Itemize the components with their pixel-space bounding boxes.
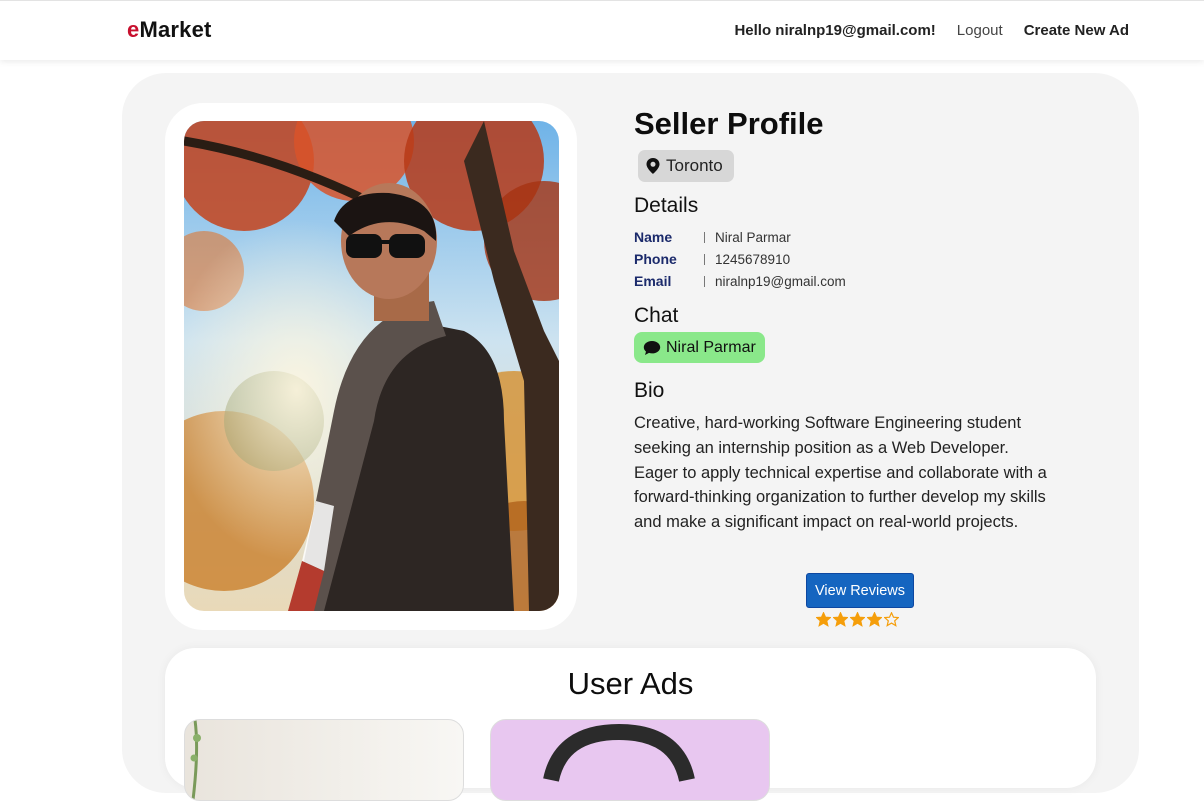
chat-heading: Chat [634, 304, 679, 327]
profile-photo-image [184, 121, 559, 611]
details-separator [704, 253, 705, 265]
details-row-name: Name Niral Parmar [634, 229, 791, 245]
star-filled-icon [850, 612, 865, 627]
ad-card-thumbnail[interactable] [490, 719, 770, 801]
star-filled-icon [867, 612, 882, 627]
details-separator [704, 275, 705, 287]
chat-button[interactable]: Niral Parmar [634, 332, 765, 363]
details-row-email: Email niralnp19@gmail.com [634, 273, 846, 289]
view-reviews-button[interactable]: View Reviews [806, 573, 914, 608]
details-key: Phone [634, 251, 677, 267]
bio-heading: Bio [634, 379, 665, 402]
create-new-ad-link[interactable]: Create New Ad [1024, 22, 1129, 39]
ad-image [190, 720, 201, 800]
details-value: 1245678910 [715, 251, 791, 267]
user-ads-section: User Ads [165, 648, 1096, 801]
bio-text: Creative, hard-working Software Engineer… [634, 414, 1047, 532]
logout-link[interactable]: Logout [957, 22, 1003, 39]
user-greeting: Hello niralnp19@gmail.com! [734, 22, 936, 39]
details-separator [704, 231, 705, 243]
map-pin-icon [646, 158, 660, 174]
star-filled-icon [816, 612, 831, 627]
details-value: niralnp19@gmail.com [715, 273, 846, 289]
details-row-phone: Phone 1245678910 [634, 251, 790, 267]
ad-image [543, 723, 695, 783]
page-title: Seller Profile [634, 106, 824, 141]
details-heading: Details [634, 194, 699, 217]
brand-logo-e: e [127, 17, 140, 42]
details-value: Niral Parmar [715, 229, 791, 245]
top-navbar: eMarket Hello niralnp19@gmail.com! Logou… [0, 0, 1204, 60]
brand-logo-rest: Market [139, 17, 212, 42]
profile-photo [184, 121, 559, 611]
details-key: Name [634, 229, 673, 245]
rating-stars [816, 612, 899, 627]
ad-card-thumbnail[interactable] [184, 719, 464, 801]
star-filled-icon [833, 612, 848, 627]
brand-logo[interactable]: eMarket [127, 17, 212, 43]
details-key: Email [634, 273, 672, 289]
star-empty-icon [884, 612, 899, 627]
chat-bubble-icon [643, 340, 661, 355]
chat-button-label: Niral Parmar [666, 338, 756, 356]
user-ads-heading: User Ads [567, 666, 694, 701]
location-text: Toronto [666, 156, 723, 175]
location-badge: Toronto [638, 150, 734, 182]
nav-links: Hello niralnp19@gmail.com! Logout Create… [734, 1, 1129, 60]
